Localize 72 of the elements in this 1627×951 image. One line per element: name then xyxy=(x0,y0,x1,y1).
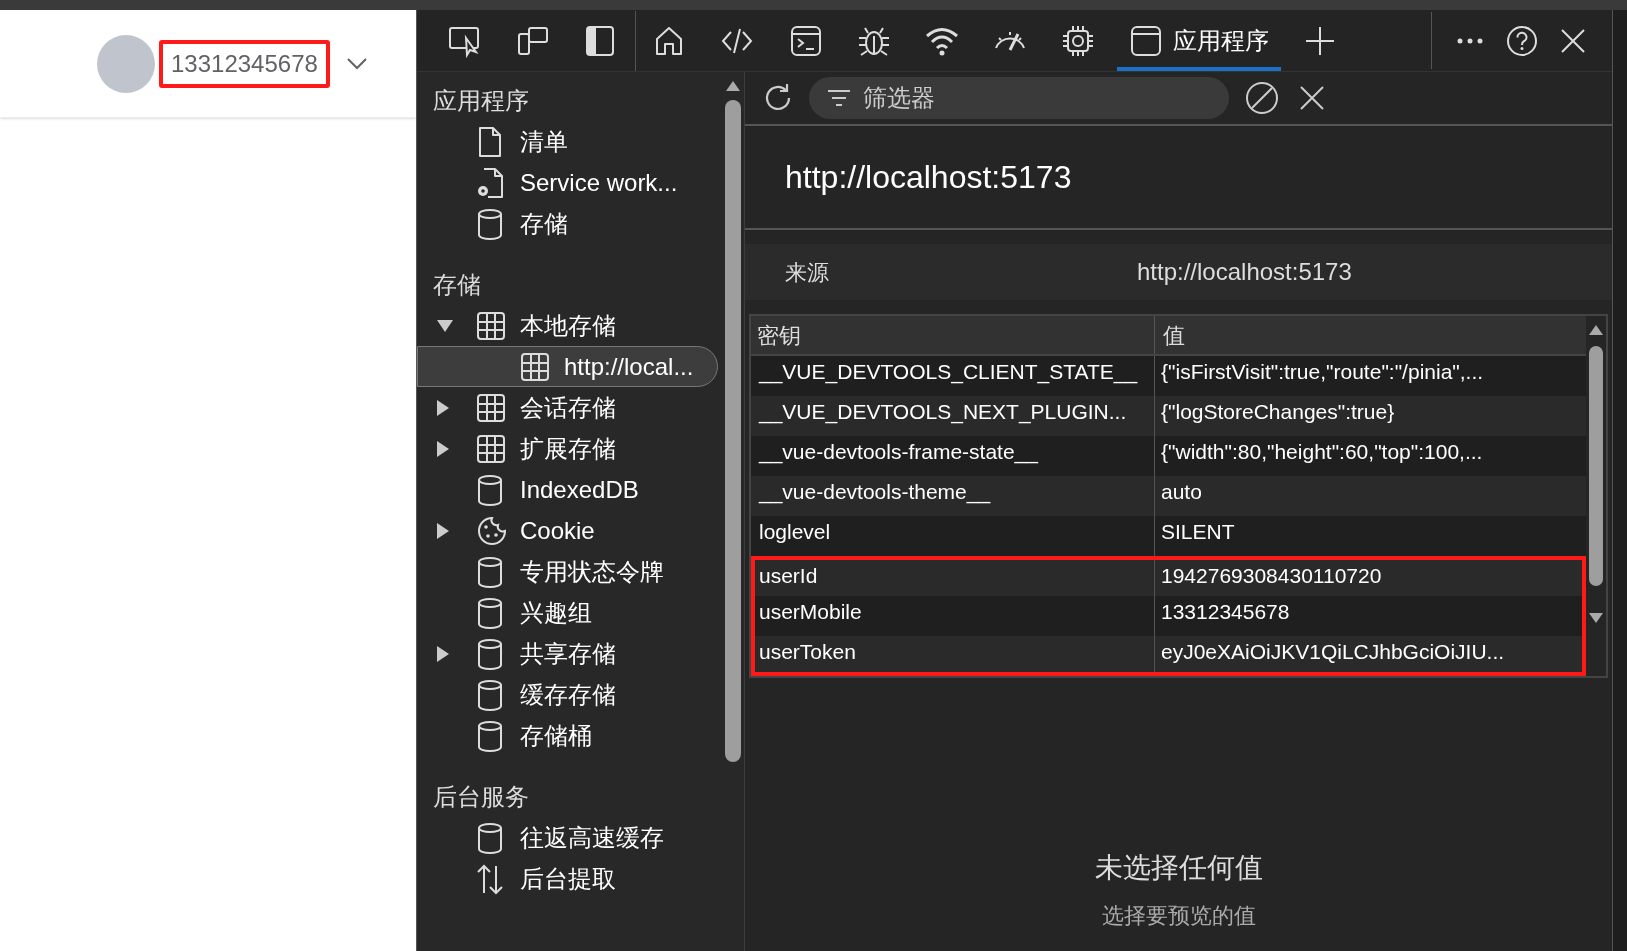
chip-icon xyxy=(1061,23,1095,58)
close-icon[interactable] xyxy=(1299,85,1325,111)
section-heading: 后台服务 xyxy=(432,781,530,812)
sidebar-item[interactable]: 会话存储 xyxy=(417,387,722,428)
user-mobile: 13312345678 xyxy=(159,39,330,88)
table-cell: userToken xyxy=(755,636,1155,672)
sidebar-item[interactable]: 扩展存储 xyxy=(417,428,722,469)
cookie-icon xyxy=(476,514,506,547)
sidebar-item[interactable]: 专用状态令牌 xyxy=(417,551,722,592)
table-cell-text: auto xyxy=(1160,479,1203,505)
scroll-down-icon[interactable] xyxy=(1588,612,1604,624)
sidebar-item[interactable]: 清单 xyxy=(417,121,722,162)
scroll-up-icon[interactable] xyxy=(725,80,741,92)
sidebar-item[interactable]: http://local... xyxy=(417,346,718,387)
sidebar-item[interactable]: 兴趣组 xyxy=(417,592,722,633)
table-cell-text: 13312345678 xyxy=(1160,599,1291,625)
origin-value: http://localhost:5173 xyxy=(1137,257,1352,287)
table-cell-text: 1942769308430110720 xyxy=(1160,563,1383,589)
clear-icon[interactable] xyxy=(1245,81,1279,115)
grid-icon xyxy=(476,432,506,465)
sidebar-item[interactable]: 存储桶 xyxy=(417,715,722,756)
sidebar-item[interactable]: 共享存储 xyxy=(417,633,722,674)
table-row[interactable]: __vue-devtools-theme__ auto xyxy=(751,476,1586,516)
sidebar-item[interactable]: Cookie xyxy=(417,510,722,551)
table-row[interactable]: userMobile 13312345678 xyxy=(751,596,1586,636)
sidebar-item[interactable]: 往返高速缓存 xyxy=(417,817,722,858)
collapsed-arrow-icon[interactable] xyxy=(436,439,450,458)
scrollbar-thumb[interactable] xyxy=(725,100,741,762)
table-row[interactable]: __VUE_DEVTOOLS_NEXT_PLUGIN... {"logStoreChanges":true} xyxy=(751,396,1586,436)
scroll-up-icon[interactable] xyxy=(1588,324,1604,336)
section-heading: 应用程序 xyxy=(432,85,530,116)
empty-hint: 选择要预览的值 xyxy=(1101,902,1256,930)
table-cell-text: eyJ0eXAiOiJKV1QiLCJhbGciOiJIU... xyxy=(1160,639,1506,665)
sidebar-item[interactable]: Service work... xyxy=(417,162,722,203)
table-row[interactable]: loglevel SILENT xyxy=(751,516,1586,556)
section-heading: 存储 xyxy=(432,269,482,300)
collapsed-arrow-icon[interactable] xyxy=(436,398,450,417)
empty-title: 未选择任何值 xyxy=(1094,851,1263,885)
window-icon xyxy=(1129,23,1163,58)
chevron-down-icon[interactable] xyxy=(345,56,368,71)
scrollbar-thumb[interactable] xyxy=(1589,346,1603,586)
table-cell-text: {"logStoreChanges":true} xyxy=(1160,399,1396,425)
origin-label: 来源 xyxy=(785,258,830,287)
up-down-arrows-icon xyxy=(476,862,506,895)
grid-icon xyxy=(520,350,550,383)
origin-title: http://localhost:5173 xyxy=(785,158,1072,197)
table-row[interactable]: __VUE_DEVTOOLS_CLIENT_STATE__ {"isFirstVisit":true,"route":"/pinia",... xyxy=(751,356,1586,396)
console-icon xyxy=(789,23,823,58)
collapsed-arrow-icon[interactable] xyxy=(436,521,450,540)
filter-field[interactable]: 筛选器 xyxy=(809,77,1229,119)
grid-icon xyxy=(476,391,506,424)
table-row[interactable]: userToken eyJ0eXAiOiJKV1QiLCJhbGciOiJIU... xyxy=(751,636,1586,676)
sidebar-item[interactable]: 缓存存储 xyxy=(417,674,722,715)
table-cell-text: {"width":80,"height":60,"top":100,... xyxy=(1160,439,1484,465)
close-icon[interactable] xyxy=(1560,27,1586,54)
table-cell-text: {"isFirstVisit":true,"route":"/pinia",... xyxy=(1160,359,1485,385)
grid-icon xyxy=(476,309,506,342)
table-cell-text: SILENT xyxy=(1160,519,1236,545)
filter-icon xyxy=(827,89,851,107)
sidebar-item[interactable]: 本地存储 xyxy=(417,305,722,346)
file-gear-icon xyxy=(476,166,506,199)
sidebar-item[interactable]: 后台提取 xyxy=(417,858,722,899)
sidebar-item[interactable]: IndexedDB xyxy=(417,469,722,510)
table-row[interactable]: __vue-devtools-frame-state__ {"width":80,"height":60,"top":100,... xyxy=(751,436,1586,476)
expanded-arrow-icon[interactable] xyxy=(436,318,454,333)
table-row[interactable]: userId 1942769308430110720 xyxy=(751,556,1586,596)
sidebar-item[interactable]: 存储 xyxy=(417,203,722,244)
help-icon[interactable] xyxy=(1506,24,1538,57)
column-header[interactable]: 密钥 xyxy=(751,316,1155,354)
collapsed-arrow-icon[interactable] xyxy=(436,644,450,663)
column-header[interactable]: 值 xyxy=(1155,316,1586,354)
more-icon[interactable] xyxy=(1456,36,1484,45)
